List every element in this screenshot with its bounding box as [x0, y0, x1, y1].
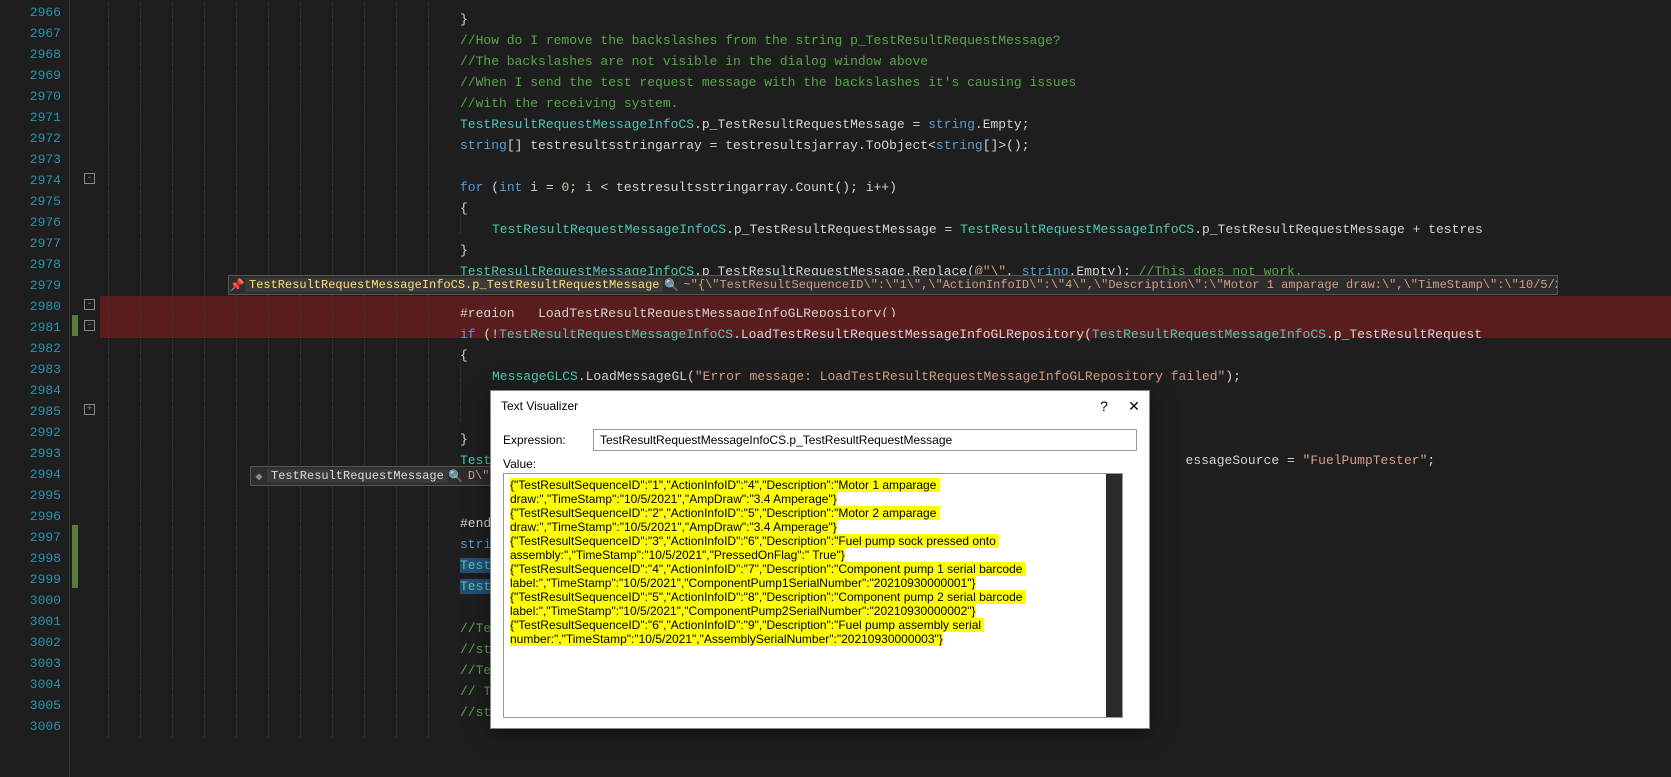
value-content: {"TestResultSequenceID":"1","ActionInfoI…: [510, 478, 1026, 646]
code-line[interactable]: TestResultRequestMessageInfoCS.p_TestRes…: [100, 254, 1671, 275]
line-number: 2969: [0, 65, 69, 86]
fold-toggle[interactable]: -: [84, 320, 95, 331]
line-number: 2980: [0, 296, 69, 317]
code-line[interactable]: }: [100, 233, 1671, 254]
line-number: 2973: [0, 149, 69, 170]
line-number: 2979: [0, 275, 69, 296]
line-number: 2983: [0, 359, 69, 380]
line-number: 2996: [0, 506, 69, 527]
line-number: 2981: [0, 317, 69, 338]
line-number: 2997: [0, 527, 69, 548]
value-textarea[interactable]: {"TestResultSequenceID":"1","ActionInfoI…: [503, 473, 1123, 718]
line-number: 3000: [0, 590, 69, 611]
code-line[interactable]: string[] testresultsstringarray = testre…: [100, 128, 1671, 149]
line-number: 2975: [0, 191, 69, 212]
line-number: 2972: [0, 128, 69, 149]
code-line[interactable]: //When I send the test request message w…: [100, 65, 1671, 86]
line-number: 2995: [0, 485, 69, 506]
line-number: 2976: [0, 212, 69, 233]
line-number: 2968: [0, 44, 69, 65]
code-line[interactable]: {: [100, 191, 1671, 212]
code-line[interactable]: MessageGLCS.LoadMessageGL("Error message…: [100, 359, 1671, 380]
line-number: 2974: [0, 170, 69, 191]
code-line[interactable]: [100, 149, 1671, 170]
line-number: 3006: [0, 716, 69, 737]
fold-toggle[interactable]: -: [84, 173, 95, 184]
code-line[interactable]: if (!TestResultRequestMessageInfoCS.Load…: [100, 317, 1671, 338]
pin-icon[interactable]: 📌: [229, 278, 245, 293]
code-line[interactable]: #region LoadTestResultRequestMessageInfo…: [100, 296, 1671, 317]
line-number: 2967: [0, 23, 69, 44]
line-number: 2985: [0, 401, 69, 422]
line-number: 3004: [0, 674, 69, 695]
search-icon[interactable]: 🔍: [448, 469, 464, 484]
line-number: 2970: [0, 86, 69, 107]
help-button[interactable]: ?: [1089, 391, 1119, 421]
fold-toggle[interactable]: -: [84, 299, 95, 310]
dialog-titlebar[interactable]: Text Visualizer ? ✕: [491, 391, 1149, 421]
line-number: 3001: [0, 611, 69, 632]
line-number: 2971: [0, 107, 69, 128]
line-number: 2977: [0, 233, 69, 254]
dialog-title: Text Visualizer: [501, 399, 1089, 413]
code-line[interactable]: for (int i = 0; i < testresultsstringarr…: [100, 170, 1671, 191]
line-number-gutter: 2966296729682969297029712972297329742975…: [0, 0, 70, 777]
line-number: 2978: [0, 254, 69, 275]
expression-input[interactable]: [593, 429, 1137, 451]
datatip-value: ~"{\"TestResultSequenceID\":\"1\",\"Acti…: [679, 278, 1557, 292]
code-line[interactable]: //How do I remove the backslashes from t…: [100, 23, 1671, 44]
fold-margin: - - - +: [70, 0, 100, 777]
line-number: 2992: [0, 422, 69, 443]
line-number: 3003: [0, 653, 69, 674]
line-number: 3002: [0, 632, 69, 653]
code-line[interactable]: TestResultRequestMessageInfoCS.p_TestRes…: [100, 212, 1671, 233]
text-visualizer-dialog: Text Visualizer ? ✕ Expression: Value: {…: [490, 390, 1150, 729]
line-number: 3005: [0, 695, 69, 716]
code-line[interactable]: }: [100, 2, 1671, 23]
value-label: Value:: [503, 457, 536, 471]
pin-icon[interactable]: ◆: [251, 469, 267, 484]
fold-toggle[interactable]: +: [84, 404, 95, 415]
expression-label: Expression:: [503, 433, 593, 447]
line-number: 2984: [0, 380, 69, 401]
datatip-name: TestResultRequestMessage: [267, 469, 448, 483]
code-line[interactable]: {: [100, 338, 1671, 359]
scrollbar[interactable]: [1106, 474, 1122, 717]
close-button[interactable]: ✕: [1119, 391, 1149, 421]
code-line[interactable]: TestResultRequestMessageInfoCS.p_TestRes…: [100, 107, 1671, 128]
code-line[interactable]: //with the receiving system.: [100, 86, 1671, 107]
line-number: 2994: [0, 464, 69, 485]
debug-datatip-1[interactable]: 📌 TestResultRequestMessageInfoCS.p_TestR…: [228, 275, 1558, 295]
line-number: 2998: [0, 548, 69, 569]
code-line[interactable]: //The backslashes are not visible in the…: [100, 44, 1671, 65]
search-icon[interactable]: 🔍: [663, 278, 679, 293]
line-number: 2982: [0, 338, 69, 359]
datatip-name: TestResultRequestMessageInfoCS.p_TestRes…: [245, 278, 663, 292]
line-number: 2999: [0, 569, 69, 590]
line-number: 2993: [0, 443, 69, 464]
line-number: 2966: [0, 2, 69, 23]
